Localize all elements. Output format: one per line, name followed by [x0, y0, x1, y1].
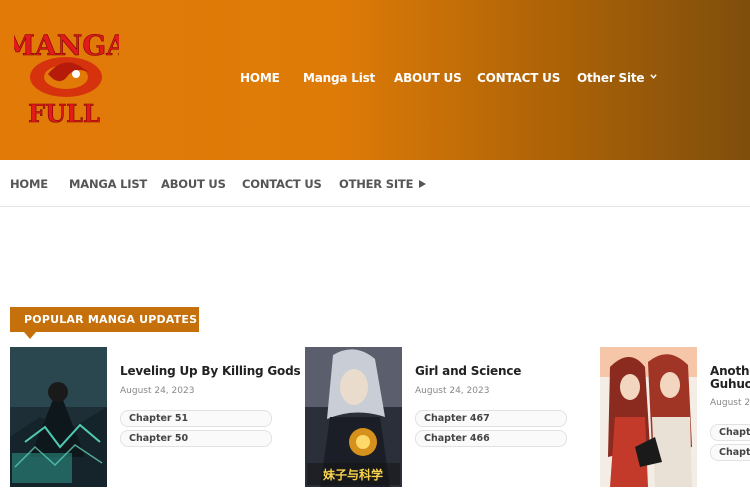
header-nav-home[interactable]: HOME: [240, 71, 280, 85]
nav-manga-list[interactable]: MANGA LIST: [69, 177, 147, 191]
manga-card: Another Guhuo l August 24 Chapte Chapte: [600, 347, 750, 492]
header-nav-contact-us[interactable]: CONTACT US: [477, 71, 560, 85]
nav-contact-us[interactable]: CONTACT US: [242, 177, 322, 191]
chapter-link[interactable]: Chapter 51: [120, 410, 272, 427]
manga-title[interactable]: Leveling Up By Killing Gods: [120, 365, 301, 378]
manga-cover-image[interactable]: [10, 347, 107, 487]
cover-title-text: 妹子与科学: [322, 467, 383, 482]
manga-date: August 24, 2023: [415, 386, 490, 396]
manga-title[interactable]: Girl and Science: [415, 365, 521, 378]
logo-text-full: FULL: [28, 99, 100, 128]
header-nav-about-us[interactable]: ABOUT US: [394, 71, 462, 85]
manga-card: Leveling Up By Killing Gods August 24, 2…: [10, 347, 301, 492]
main-nav: HOME MANGA LIST ABOUT US CONTACT US OTHE…: [0, 160, 750, 207]
chapter-link[interactable]: Chapte: [710, 424, 750, 441]
nav-home[interactable]: HOME: [10, 177, 48, 191]
nav-other-site-label: OTHER SITE: [339, 177, 414, 191]
chapter-link[interactable]: Chapter 466: [415, 430, 567, 447]
manga-date: August 24: [710, 398, 750, 408]
header-nav-manga-list[interactable]: Manga List: [303, 71, 375, 85]
logo-text-manga: MANGA: [14, 29, 119, 62]
nav-about-us[interactable]: ABOUT US: [161, 177, 226, 191]
manga-cover-image[interactable]: 妹子与科学: [305, 347, 402, 487]
chapter-link[interactable]: Chapter 467: [415, 410, 567, 427]
caret-right-icon: [419, 180, 427, 188]
manga-date: August 24, 2023: [120, 386, 195, 396]
site-header: MANGA FULL HOME Manga List ABOUT US CONT…: [0, 0, 750, 160]
manga-cover-image[interactable]: [600, 347, 697, 487]
section-title-pointer: [24, 332, 36, 339]
manga-card: 妹子与科学 Girl and Science August 24, 2023 C…: [305, 347, 585, 492]
chevron-down-icon: [650, 74, 658, 79]
manga-title[interactable]: Another Guhuo l: [710, 365, 750, 391]
site-logo[interactable]: MANGA FULL: [14, 22, 119, 132]
section-title: POPULAR MANGA UPDATES: [10, 307, 199, 332]
chapter-link[interactable]: Chapter 50: [120, 430, 272, 447]
header-nav-other-site[interactable]: Other Site: [577, 71, 658, 85]
header-nav-other-site-label: Other Site: [577, 71, 645, 85]
nav-other-site[interactable]: OTHER SITE: [339, 177, 427, 191]
chapter-link[interactable]: Chapte: [710, 444, 750, 461]
